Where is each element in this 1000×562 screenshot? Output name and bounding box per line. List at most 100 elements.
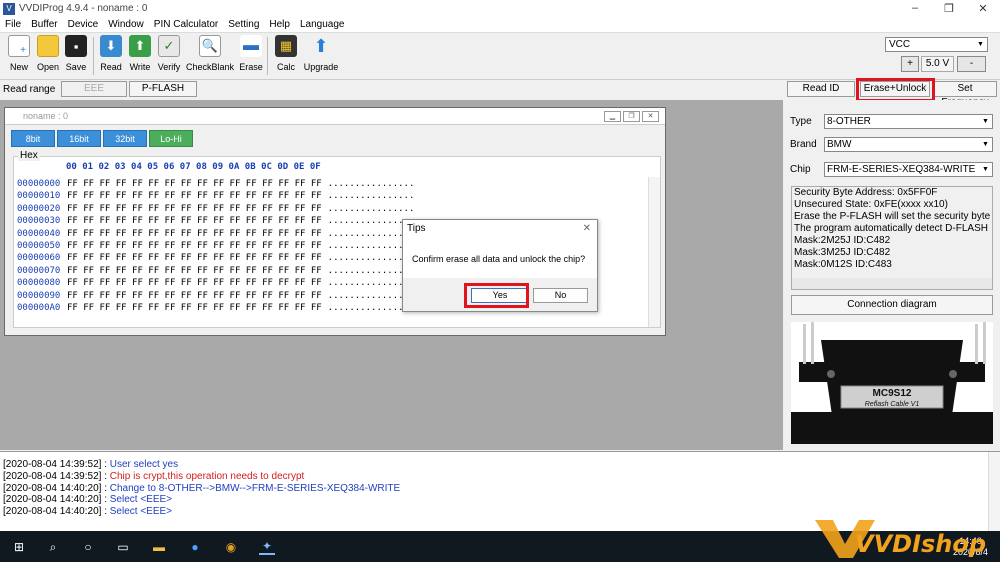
upgrade-arrow-icon: ⬆ (313, 35, 329, 56)
info-line: Security Byte Address: 0x5FF0F (794, 187, 938, 198)
chip-info-box: Security Byte Address: 0x5FF0F Unsecured… (791, 186, 993, 290)
hex-row[interactable]: 00000050 FF FF FF FF FF FF FF FF FF FF FF… (17, 241, 414, 252)
menu-buffer[interactable]: Buffer (26, 19, 63, 30)
hex-bytes[interactable]: FF FF FF FF FF FF FF FF FF FF FF FF FF F… (67, 278, 322, 288)
info-horizontal-scrollbar[interactable] (792, 278, 992, 289)
chip-label: Chip (790, 164, 811, 175)
menu-language[interactable]: Language (295, 19, 350, 30)
info-line: The program automatically detect D-FLASH (794, 223, 988, 234)
verify-button[interactable]: ✓ Verify (154, 35, 184, 72)
mail-icon[interactable]: ● (187, 539, 203, 555)
log-entry: [2020-08-04 14:39:52] : Chip is crypt,th… (0, 471, 1000, 483)
log-message: Select <EEE> (109, 494, 173, 506)
tab-lo-hi[interactable]: Lo-Hi (149, 130, 193, 147)
upgrade-button[interactable]: ⬆ Upgrade (304, 35, 339, 73)
task-view-icon[interactable]: ▭ (115, 539, 131, 555)
hex-vertical-scrollbar[interactable] (648, 177, 660, 327)
connection-diagram-button[interactable]: Connection diagram (791, 295, 993, 315)
cortana-icon[interactable]: ○ (80, 539, 96, 555)
hex-row[interactable]: 00000080 FF FF FF FF FF FF FF FF FF FF FF… (17, 278, 414, 289)
tab-32bit[interactable]: 32bit (103, 130, 147, 147)
hex-ascii[interactable]: ................ (328, 204, 415, 214)
hex-bytes[interactable]: FF FF FF FF FF FF FF FF FF FF FF FF FF F… (67, 179, 322, 189)
close-button[interactable]: ✕ (966, 2, 1000, 15)
file-explorer-icon[interactable]: ▬ (151, 539, 167, 555)
set-frequency-button[interactable]: Set Frequency (933, 81, 997, 108)
hex-row[interactable]: 000000A0 FF FF FF FF FF FF FF FF FF FF FF… (17, 303, 414, 314)
minimize-button[interactable]: – (898, 2, 932, 15)
type-label: Type (790, 116, 812, 127)
hex-row[interactable]: 00000000 FF FF FF FF FF FF FF FF FF FF FF… (17, 179, 414, 190)
hex-bytes[interactable]: FF FF FF FF FF FF FF FF FF FF FF FF FF F… (67, 266, 322, 276)
tab-16bit[interactable]: 16bit (57, 130, 101, 147)
brand-select[interactable]: BMW ▼ (824, 137, 993, 152)
read-chip-icon: ⬇ (100, 35, 122, 57)
toolbar: + New Open ▪ Save ⬇ Read ⬆ Write ✓ Verif… (0, 33, 1000, 80)
info-line: Mask:3M25J ID:C482 (794, 247, 891, 258)
menu-file[interactable]: File (0, 19, 26, 30)
hex-bytes[interactable]: FF FF FF FF FF FF FF FF FF FF FF FF FF F… (67, 204, 322, 214)
dialog-titlebar: Tips ✕ (403, 220, 597, 238)
voltage-display: 5.0 V (921, 56, 954, 72)
log-time: [2020-08-04 14:40:20] (3, 494, 102, 506)
log-message: Chip is crypt,this operation needs to de… (109, 470, 305, 482)
eee-range-button[interactable]: EEE (61, 81, 127, 97)
folder-icon (37, 35, 59, 57)
voltage-plus-button[interactable]: + (901, 56, 919, 72)
hex-row[interactable]: 00000030 FF FF FF FF FF FF FF FF FF FF FF… (17, 216, 414, 227)
windows-start-icon[interactable]: ⊞ (11, 539, 27, 555)
tab-8bit[interactable]: 8bit (11, 130, 55, 147)
hex-bytes[interactable]: FF FF FF FF FF FF FF FF FF FF FF FF FF F… (67, 303, 322, 313)
hex-row[interactable]: 00000040 FF FF FF FF FF FF FF FF FF FF FF… (17, 229, 414, 240)
hex-address: 00000000 (17, 179, 61, 189)
type-select[interactable]: 8-OTHER ▼ (824, 114, 993, 129)
hex-bytes[interactable]: FF FF FF FF FF FF FF FF FF FF FF FF FF F… (67, 291, 322, 301)
info-line: Mask:0M12S ID:C483 (794, 259, 892, 270)
no-button[interactable]: No (533, 288, 588, 303)
hex-minimize-button[interactable]: ▁ (604, 110, 621, 122)
log-separator: : (101, 494, 110, 506)
hex-bytes[interactable]: FF FF FF FF FF FF FF FF FF FF FF FF FF F… (67, 216, 322, 226)
menu-device[interactable]: Device (63, 19, 104, 30)
menu-pin-calculator[interactable]: PIN Calculator (149, 19, 223, 30)
menu-help[interactable]: Help (264, 19, 295, 30)
menu-window[interactable]: Window (103, 19, 149, 30)
chevron-down-icon: ▼ (982, 118, 989, 125)
hex-row[interactable]: 00000060 FF FF FF FF FF FF FF FF FF FF FF… (17, 253, 414, 264)
cable-label-name: Reflash Cable V1 (865, 401, 920, 408)
highlight-erase-unlock (856, 78, 935, 102)
hex-row[interactable]: 00000070 FF FF FF FF FF FF FF FF FF FF FF… (17, 266, 414, 277)
menu-bar: File Buffer Device Window PIN Calculator… (0, 17, 1000, 33)
voltage-minus-button[interactable]: - (957, 56, 986, 72)
pflash-range-button[interactable]: P-FLASH (129, 81, 197, 97)
hex-row[interactable]: 00000090 FF FF FF FF FF FF FF FF FF FF FF… (17, 291, 414, 302)
log-list: [2020-08-04 14:39:52] : User select yes[… (0, 452, 1000, 518)
check-blank-icon: 🔍 (199, 35, 221, 57)
read-range-bar: Read range EEE P-FLASH Read ID Erase+Unl… (0, 81, 1000, 108)
hex-bytes[interactable]: FF FF FF FF FF FF FF FF FF FF FF FF FF F… (67, 191, 322, 201)
hex-window-title: noname : 0 (23, 111, 69, 121)
vcc-select[interactable]: VCC ▼ (885, 37, 988, 52)
dialog-close-icon[interactable]: ✕ (583, 220, 591, 238)
hex-row[interactable]: 00000020 FF FF FF FF FF FF FF FF FF FF FF… (17, 204, 414, 215)
maximize-button[interactable]: ❐ (932, 2, 966, 15)
hex-restore-button[interactable]: ❐ (623, 110, 640, 122)
chip-select[interactable]: FRM-E-SERIES-XEQ384-WRITE ▼ (824, 162, 993, 177)
hex-bytes[interactable]: FF FF FF FF FF FF FF FF FF FF FF FF FF F… (67, 253, 322, 263)
checkblank-button[interactable]: 🔍 CheckBlank (186, 35, 234, 72)
hex-ascii[interactable]: ................ (328, 191, 415, 201)
hex-close-button[interactable]: ✕ (642, 110, 659, 122)
search-icon[interactable]: ⌕ (45, 539, 61, 555)
read-id-button[interactable]: Read ID (787, 81, 855, 97)
hex-bytes[interactable]: FF FF FF FF FF FF FF FF FF FF FF FF FF F… (67, 229, 322, 239)
hex-group-label: Hex (18, 150, 40, 161)
vvdiprog-taskbar-icon[interactable]: ✦ (259, 539, 275, 555)
log-message: Change to 8-OTHER-->BMW-->FRM-E-SERIES-X… (109, 482, 401, 494)
hex-bytes[interactable]: FF FF FF FF FF FF FF FF FF FF FF FF FF F… (67, 241, 322, 251)
info-line: Mask:2M25J ID:C482 (794, 235, 891, 246)
chrome-icon[interactable]: ◉ (223, 539, 239, 555)
hex-row[interactable]: 00000010 FF FF FF FF FF FF FF FF FF FF FF… (17, 191, 414, 202)
hex-ascii[interactable]: ................ (328, 179, 415, 189)
brand-label: Brand (790, 139, 817, 150)
menu-setting[interactable]: Setting (223, 19, 264, 30)
